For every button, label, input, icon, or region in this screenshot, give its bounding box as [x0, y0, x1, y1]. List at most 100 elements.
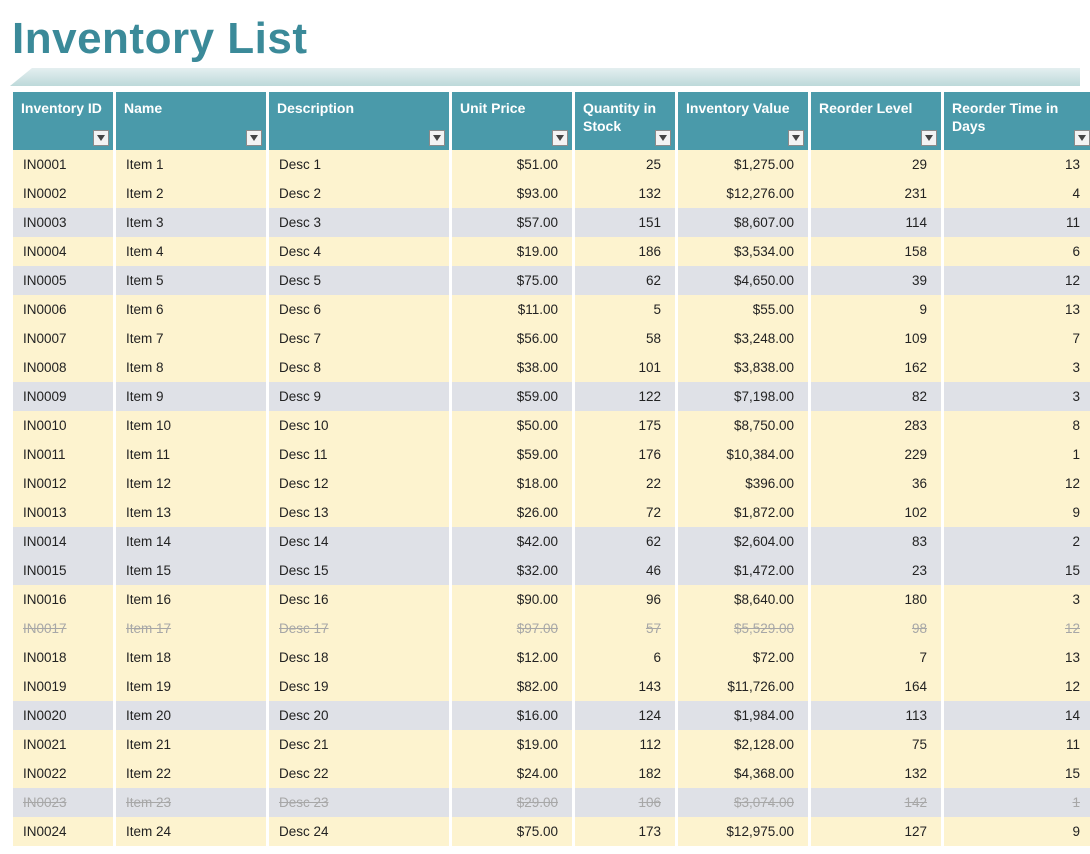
cell-name: Item 15 [116, 556, 266, 585]
table-row[interactable]: IN0009Item 9Desc 9$59.00122$7,198.00823 [13, 382, 1090, 411]
filter-dropdown-icon[interactable] [93, 130, 109, 146]
cell-id: IN0014 [13, 527, 113, 556]
cell-val: $3,074.00 [678, 788, 808, 817]
table-row[interactable]: IN0012Item 12Desc 12$18.0022$396.003612 [13, 469, 1090, 498]
cell-qty: 96 [575, 585, 675, 614]
column-header-id[interactable]: Inventory ID [13, 92, 113, 150]
column-header-label: Quantity in Stock [583, 100, 656, 134]
table-row[interactable]: IN0001Item 1Desc 1$51.0025$1,275.002913 [13, 150, 1090, 179]
cell-reord: 142 [811, 788, 941, 817]
cell-days: 2 [944, 527, 1090, 556]
table-row[interactable]: IN0002Item 2Desc 2$93.00132$12,276.00231… [13, 179, 1090, 208]
column-header-desc[interactable]: Description [269, 92, 449, 150]
cell-reord: 29 [811, 150, 941, 179]
table-row[interactable]: IN0020Item 20Desc 20$16.00124$1,984.0011… [13, 701, 1090, 730]
cell-name: Item 23 [116, 788, 266, 817]
cell-name: Item 17 [116, 614, 266, 643]
cell-desc: Desc 20 [269, 701, 449, 730]
cell-days: 7 [944, 324, 1090, 353]
cell-id: IN0004 [13, 237, 113, 266]
cell-val: $396.00 [678, 469, 808, 498]
cell-qty: 22 [575, 469, 675, 498]
column-header-reord[interactable]: Reorder Level [811, 92, 941, 150]
cell-reord: 162 [811, 353, 941, 382]
table-row[interactable]: IN0024Item 24Desc 24$75.00173$12,975.001… [13, 817, 1090, 846]
cell-reord: 180 [811, 585, 941, 614]
cell-qty: 122 [575, 382, 675, 411]
cell-reord: 83 [811, 527, 941, 556]
cell-price: $59.00 [452, 382, 572, 411]
table-row[interactable]: IN0005Item 5Desc 5$75.0062$4,650.003912 [13, 266, 1090, 295]
table-row[interactable]: IN0006Item 6Desc 6$11.005$55.00913 [13, 295, 1090, 324]
cell-price: $19.00 [452, 237, 572, 266]
table-row[interactable]: IN0015Item 15Desc 15$32.0046$1,472.00231… [13, 556, 1090, 585]
filter-dropdown-icon[interactable] [921, 130, 937, 146]
cell-id: IN0009 [13, 382, 113, 411]
table-row[interactable]: IN0004Item 4Desc 4$19.00186$3,534.001586 [13, 237, 1090, 266]
cell-qty: 5 [575, 295, 675, 324]
cell-val: $11,726.00 [678, 672, 808, 701]
cell-id: IN0022 [13, 759, 113, 788]
cell-price: $11.00 [452, 295, 572, 324]
cell-name: Item 2 [116, 179, 266, 208]
cell-val: $1,984.00 [678, 701, 808, 730]
cell-id: IN0013 [13, 498, 113, 527]
cell-days: 9 [944, 498, 1090, 527]
cell-price: $12.00 [452, 643, 572, 672]
table-row[interactable]: IN0014Item 14Desc 14$42.0062$2,604.00832 [13, 527, 1090, 556]
cell-price: $56.00 [452, 324, 572, 353]
filter-dropdown-icon[interactable] [1074, 130, 1090, 146]
cell-price: $75.00 [452, 817, 572, 846]
cell-days: 12 [944, 266, 1090, 295]
filter-dropdown-icon[interactable] [429, 130, 445, 146]
filter-dropdown-icon[interactable] [246, 130, 262, 146]
cell-desc: Desc 6 [269, 295, 449, 324]
cell-price: $82.00 [452, 672, 572, 701]
cell-id: IN0021 [13, 730, 113, 759]
cell-qty: 132 [575, 179, 675, 208]
column-header-days[interactable]: Reorder Time in Days [944, 92, 1090, 150]
cell-name: Item 12 [116, 469, 266, 498]
cell-qty: 57 [575, 614, 675, 643]
cell-price: $26.00 [452, 498, 572, 527]
cell-name: Item 8 [116, 353, 266, 382]
cell-val: $3,248.00 [678, 324, 808, 353]
table-row[interactable]: IN0003Item 3Desc 3$57.00151$8,607.001141… [13, 208, 1090, 237]
cell-desc: Desc 21 [269, 730, 449, 759]
cell-desc: Desc 24 [269, 817, 449, 846]
filter-dropdown-icon[interactable] [552, 130, 568, 146]
cell-price: $38.00 [452, 353, 572, 382]
cell-qty: 25 [575, 150, 675, 179]
table-row[interactable]: IN0013Item 13Desc 13$26.0072$1,872.00102… [13, 498, 1090, 527]
cell-qty: 176 [575, 440, 675, 469]
table-row[interactable]: IN0018Item 18Desc 18$12.006$72.00713 [13, 643, 1090, 672]
column-header-label: Unit Price [460, 100, 525, 116]
table-row[interactable]: IN0023Item 23Desc 23$29.00106$3,074.0014… [13, 788, 1090, 817]
cell-price: $90.00 [452, 585, 572, 614]
table-row[interactable]: IN0016Item 16Desc 16$90.0096$8,640.00180… [13, 585, 1090, 614]
cell-price: $59.00 [452, 440, 572, 469]
cell-reord: 102 [811, 498, 941, 527]
table-row[interactable]: IN0007Item 7Desc 7$56.0058$3,248.001097 [13, 324, 1090, 353]
filter-dropdown-icon[interactable] [788, 130, 804, 146]
cell-price: $57.00 [452, 208, 572, 237]
table-row[interactable]: IN0021Item 21Desc 21$19.00112$2,128.0075… [13, 730, 1090, 759]
table-row[interactable]: IN0011Item 11Desc 11$59.00176$10,384.002… [13, 440, 1090, 469]
table-row[interactable]: IN0017Item 17Desc 17$97.0057$5,529.00981… [13, 614, 1090, 643]
table-row[interactable]: IN0022Item 22Desc 22$24.00182$4,368.0013… [13, 759, 1090, 788]
cell-name: Item 21 [116, 730, 266, 759]
cell-reord: 9 [811, 295, 941, 324]
column-header-price[interactable]: Unit Price [452, 92, 572, 150]
column-header-label: Description [277, 100, 354, 116]
table-row[interactable]: IN0010Item 10Desc 10$50.00175$8,750.0028… [13, 411, 1090, 440]
cell-name: Item 16 [116, 585, 266, 614]
cell-qty: 112 [575, 730, 675, 759]
column-header-val[interactable]: Inventory Value [678, 92, 808, 150]
filter-dropdown-icon[interactable] [655, 130, 671, 146]
table-row[interactable]: IN0008Item 8Desc 8$38.00101$3,838.001623 [13, 353, 1090, 382]
column-header-name[interactable]: Name [116, 92, 266, 150]
cell-reord: 229 [811, 440, 941, 469]
table-row[interactable]: IN0019Item 19Desc 19$82.00143$11,726.001… [13, 672, 1090, 701]
cell-name: Item 20 [116, 701, 266, 730]
column-header-qty[interactable]: Quantity in Stock [575, 92, 675, 150]
